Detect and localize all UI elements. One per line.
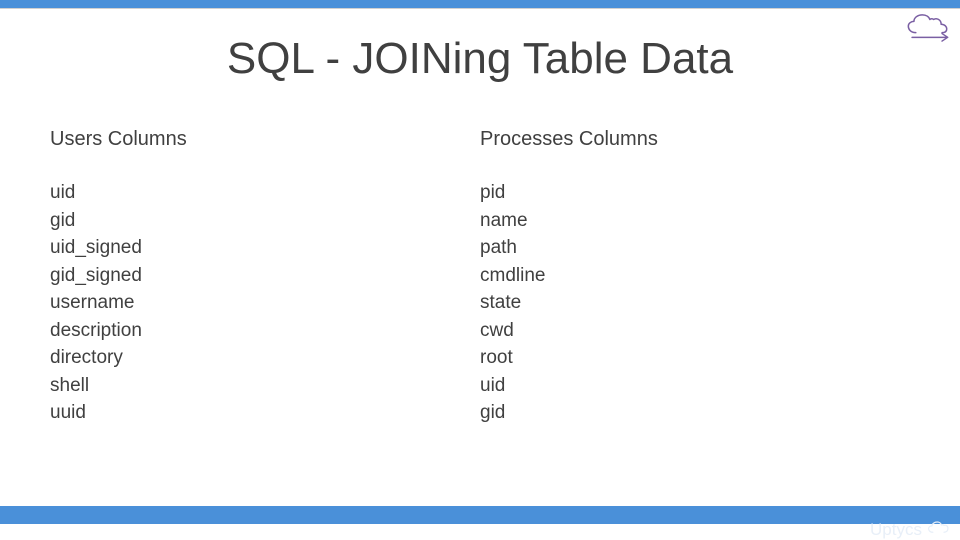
right-column-items: pidnamepathcmdlinestatecwdrootuidgid xyxy=(480,179,910,427)
list-item: name xyxy=(480,207,910,235)
left-column-items: uidgiduid_signedgid_signedusernamedescri… xyxy=(50,179,480,427)
list-item: uid xyxy=(480,372,910,400)
list-item: uid xyxy=(50,179,480,207)
list-item: gid_signed xyxy=(50,262,480,290)
brand-text: Uptycs xyxy=(870,520,922,540)
list-item: gid xyxy=(50,207,480,235)
slide-title: SQL - JOINing Table Data xyxy=(0,34,960,84)
list-item: root xyxy=(480,344,910,372)
left-column: Users Columns uidgiduid_signedgid_signed… xyxy=(50,128,480,427)
list-item: path xyxy=(480,234,910,262)
list-item: gid xyxy=(480,399,910,427)
list-item: cmdline xyxy=(480,262,910,290)
list-item: state xyxy=(480,289,910,317)
list-item: description xyxy=(50,317,480,345)
list-item: shell xyxy=(50,372,480,400)
columns-container: Users Columns uidgiduid_signedgid_signed… xyxy=(50,128,910,427)
list-item: directory xyxy=(50,344,480,372)
bottom-accent-bar xyxy=(0,506,960,524)
list-item: uuid xyxy=(50,399,480,427)
list-item: username xyxy=(50,289,480,317)
top-accent-bar xyxy=(0,0,960,8)
list-item: pid xyxy=(480,179,910,207)
right-column-header: Processes Columns xyxy=(480,128,910,151)
cloud-icon xyxy=(926,519,950,540)
right-column: Processes Columns pidnamepathcmdlinestat… xyxy=(480,128,910,427)
slide: SQL - JOINing Table Data Users Columns u… xyxy=(0,0,960,540)
list-item: cwd xyxy=(480,317,910,345)
left-column-header: Users Columns xyxy=(50,128,480,151)
brand-label: Uptycs xyxy=(870,519,950,540)
list-item: uid_signed xyxy=(50,234,480,262)
